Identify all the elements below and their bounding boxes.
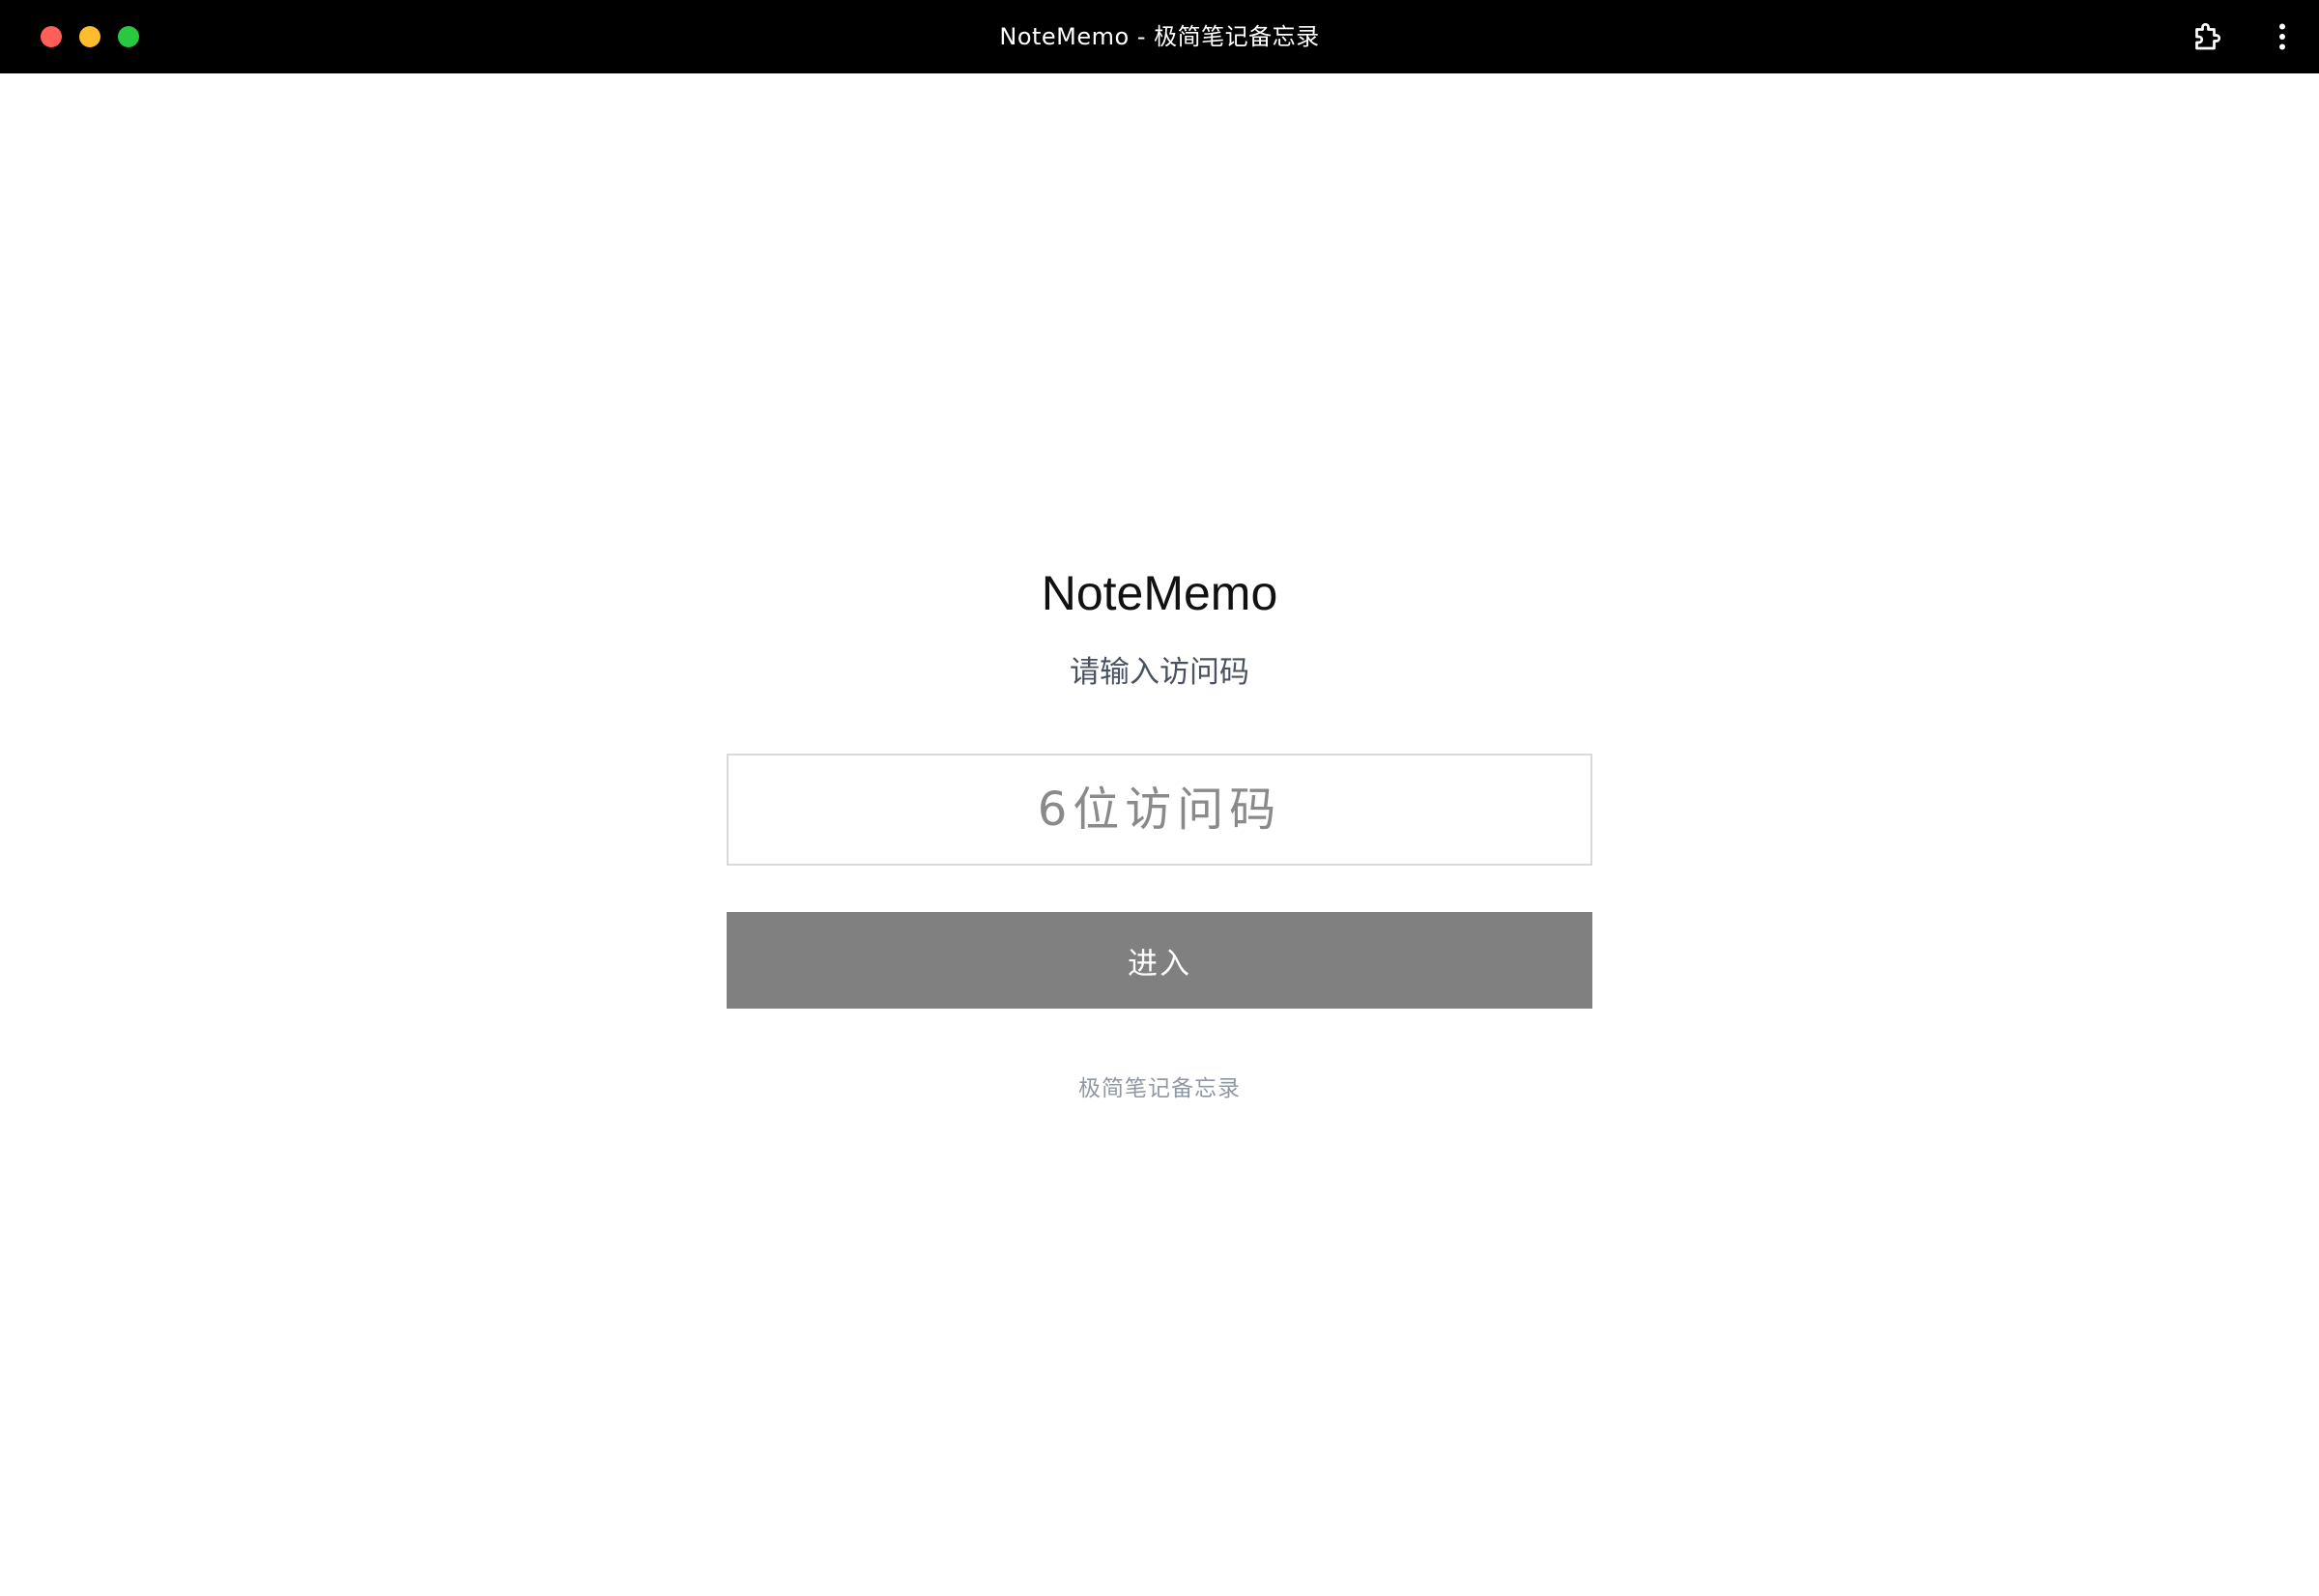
enter-button[interactable]: 进入: [727, 912, 1592, 1009]
access-code-prompt: 请输入访问码: [1070, 655, 1249, 690]
window-title: NoteMemo - 极简笔记备忘录: [999, 23, 1320, 50]
title-bar: NoteMemo - 极简笔记备忘录: [0, 0, 2319, 73]
extension-button[interactable]: [2188, 17, 2226, 56]
access-code-input[interactable]: [727, 754, 1592, 866]
footer-tagline: 极简笔记备忘录: [1078, 1076, 1241, 1101]
more-vertical-icon: [2279, 23, 2285, 50]
app-name-heading: NoteMemo: [1041, 566, 1278, 620]
more-options-button[interactable]: [2263, 17, 2302, 56]
extension-icon: [2195, 22, 2221, 50]
app-window: NoteMemo - 极简笔记备忘录 NoteMemo 请输入访问码 进入 极简…: [0, 0, 2319, 1596]
